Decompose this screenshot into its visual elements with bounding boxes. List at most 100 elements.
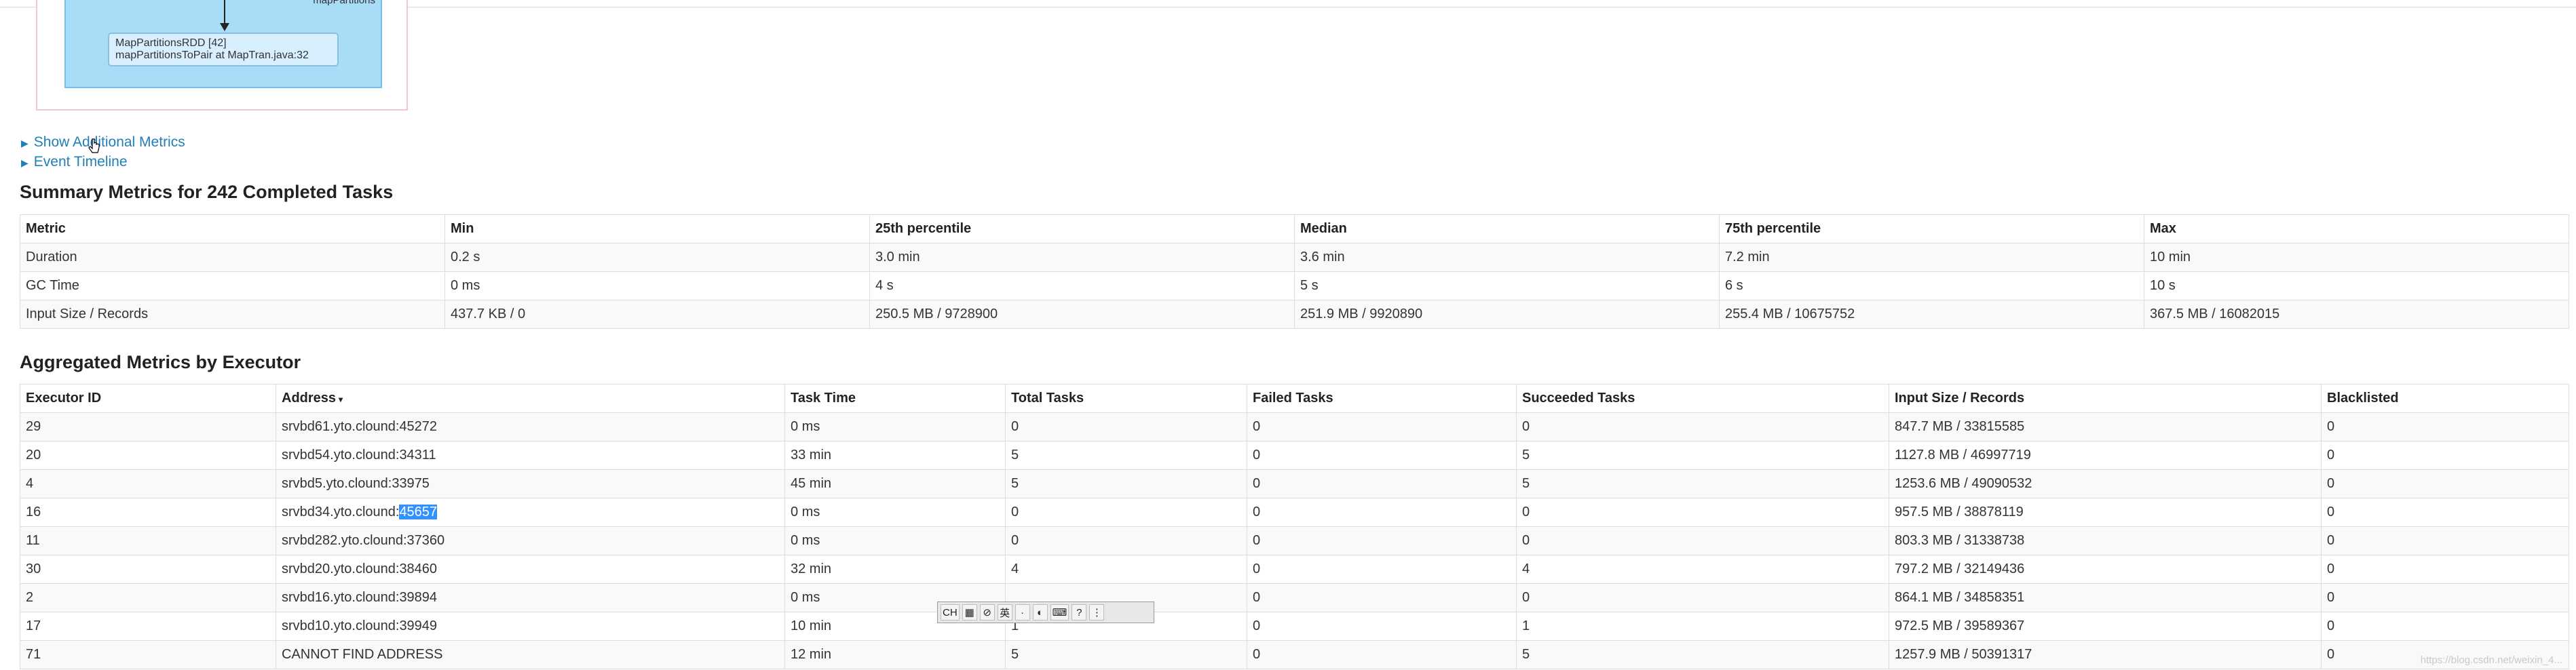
table-cell: 0 [1516,526,1889,555]
ime-block-icon[interactable]: ⊘ [979,604,995,620]
ime-punct-icon[interactable]: · [1015,604,1030,620]
ime-english-toggle[interactable]: 英 [997,604,1012,620]
table-cell: 16 [20,498,276,527]
summary-header-median[interactable]: Median [1294,214,1720,243]
header-address-label: Address [282,391,337,406]
table-cell: srvbd5.yto.clound:33975 [276,469,785,498]
summary-header-min[interactable]: Min [444,214,870,243]
table-cell: 0 [1247,583,1517,612]
table-cell: 4 [1516,555,1889,584]
table-row: GC Time 0 ms 4 s 5 s 6 s 10 s [20,271,2569,300]
table-cell: 437.7 KB / 0 [444,300,870,329]
table-cell: 5 [1516,640,1889,669]
table-cell: srvbd61.yto.clound:45272 [276,412,785,441]
table-cell: srvbd282.yto.clound:37360 [276,526,785,555]
table-cell: 45 min [784,469,1006,498]
table-cell: Duration [20,243,445,272]
summary-metrics-heading: Summary Metrics for 242 Completed Tasks [20,182,394,202]
table-cell: 0 [1005,498,1247,527]
table-cell: 803.3 MB / 31338738 [1889,526,2322,555]
summary-header-max[interactable]: Max [2144,214,2569,243]
table-cell-address-selected[interactable]: srvbd34.yto.clound:45657 [276,498,785,527]
table-cell: 0 [1247,612,1517,641]
show-additional-metrics-link[interactable]: ▶ Show Additional Metrics [21,134,185,151]
dag-node-rdd[interactable]: MapPartitionsRDD [42] mapPartitionsToPai… [108,33,339,66]
selected-port-text[interactable]: 45657 [399,505,438,519]
dag-arrowhead-icon [220,23,229,31]
table-cell: 0.2 s [444,243,870,272]
dag-stage-box: mapPartitions MapPartitionsRDD [42] mapP… [64,0,382,88]
table-cell: 0 [2321,441,2569,470]
table-row: 11 srvbd282.yto.clound:37360 0 ms 0 0 0 … [20,526,2569,555]
table-row: 20 srvbd54.yto.clound:34311 33 min 5 0 5… [20,441,2569,470]
summary-header-metric[interactable]: Metric [20,214,445,243]
table-cell: 7.2 min [1719,243,2144,272]
header-address[interactable]: Address ▾ [276,384,785,413]
show-additional-metrics-label: Show Additional Metrics [33,134,185,150]
table-cell: 5 [1005,469,1247,498]
summary-header-row: Metric Min 25th percentile Median 75th p… [20,214,2569,243]
dag-node-callsite: mapPartitionsToPair at MapTran.java:32 [115,50,309,61]
header-executor-id[interactable]: Executor ID [20,384,276,413]
table-cell: 1257.9 MB / 50391317 [1889,640,2322,669]
executor-header-row: Executor ID Address ▾ Task Time Total Tas… [20,384,2569,413]
table-cell: 0 [1247,412,1517,441]
table-cell: 0 ms [784,498,1006,527]
table-cell: srvbd54.yto.clound:34311 [276,441,785,470]
table-row: 29 srvbd61.yto.clound:45272 0 ms 0 0 0 8… [20,412,2569,441]
table-cell: 0 [1247,555,1517,584]
table-cell: 0 [1247,526,1517,555]
summary-metrics-table: Metric Min 25th percentile Median 75th p… [20,214,2569,329]
header-blacklisted[interactable]: Blacklisted [2321,384,2569,413]
table-cell: 250.5 MB / 9728900 [869,300,1295,329]
table-cell: 11 [20,526,276,555]
ime-keyboard-icon[interactable]: ⌨ [1050,604,1069,620]
header-succeeded-tasks[interactable]: Succeeded Tasks [1516,384,1889,413]
header-failed-tasks[interactable]: Failed Tasks [1247,384,1517,413]
event-timeline-link[interactable]: ▶ Event Timeline [21,154,128,170]
table-cell: 0 [2321,612,2569,641]
table-cell: 0 [2321,469,2569,498]
table-cell: 20 [20,441,276,470]
table-cell: 0 [1247,441,1517,470]
ime-grid-icon[interactable]: ▦ [962,604,977,620]
table-cell: srvbd16.yto.clound:39894 [276,583,785,612]
header-task-time[interactable]: Task Time [784,384,1006,413]
table-cell: 0 [2321,583,2569,612]
table-cell: 3.6 min [1294,243,1720,272]
table-cell: 957.5 MB / 38878119 [1889,498,2322,527]
table-cell: 4 [1005,555,1247,584]
table-cell: 0 [1247,469,1517,498]
table-cell: srvbd20.yto.clound:38460 [276,555,785,584]
dag-edge [224,0,225,24]
table-cell: 972.5 MB / 39589367 [1889,612,2322,641]
ime-halfwidth-icon[interactable]: ◐ [1032,604,1048,620]
table-cell: 10 s [2144,271,2569,300]
expand-triangle-icon: ▶ [21,157,29,168]
table-cell: 5 [1516,441,1889,470]
table-cell: 864.1 MB / 34858351 [1889,583,2322,612]
dag-stage-label: mapPartitions [313,0,375,6]
header-total-tasks[interactable]: Total Tasks [1005,384,1247,413]
table-cell: 0 [1005,412,1247,441]
table-cell: 33 min [784,441,1006,470]
executor-metrics-table: Executor ID Address ▾ Task Time Total Tas… [20,384,2569,669]
table-row: 16 srvbd34.yto.clound:45657 0 ms 0 0 0 9… [20,498,2569,527]
ime-toolbar[interactable]: CH ▦ ⊘ 英 · ◐ ⌨ ? ⋮ [937,602,1154,623]
header-input-size-records[interactable]: Input Size / Records [1889,384,2322,413]
table-cell: 5 [1005,441,1247,470]
dag-visualization: mapPartitions MapPartitionsRDD [42] mapP… [36,0,408,111]
table-row: 17 srvbd10.yto.clound:39949 10 min 1 0 1… [20,612,2569,641]
address-host-text: srvbd34.yto.clound: [282,505,400,519]
executor-metrics-heading: Aggregated Metrics by Executor [20,352,301,372]
dag-node-title: MapPartitionsRDD [42] [115,37,227,49]
ime-lang-button[interactable]: CH [941,604,960,620]
table-cell: CANNOT FIND ADDRESS [276,640,785,669]
ime-options-icon[interactable]: ⋮ [1089,604,1105,620]
table-cell: 1253.6 MB / 49090532 [1889,469,2322,498]
table-cell: 0 [1247,498,1517,527]
summary-header-p75[interactable]: 75th percentile [1719,214,2144,243]
summary-header-p25[interactable]: 25th percentile [869,214,1295,243]
ime-help-icon[interactable]: ? [1072,604,1087,620]
table-cell: 6 s [1719,271,2144,300]
